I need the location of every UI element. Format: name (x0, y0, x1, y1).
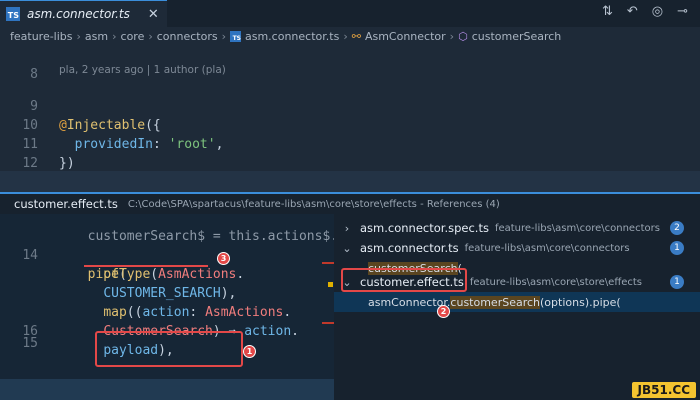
code-line[interactable]: CUSTOMER_SEARCH), (0, 265, 334, 301)
annotation-badge-1: 1 (243, 345, 256, 358)
typescript-file-icon: TS (6, 7, 20, 21)
change-marker (322, 262, 334, 264)
references-peek-header: customer.effect.ts C:\Code\SPA\spartacus… (0, 192, 700, 214)
annotation-badge-3: 3 (217, 252, 230, 265)
code-line[interactable]: 11 }) (0, 116, 700, 171)
close-icon[interactable]: ✕ (148, 7, 159, 22)
reference-file-path: feature-libs\asm\core\store\effects (469, 276, 642, 288)
breadcrumb: feature-libs › asm › core › connectors ›… (0, 27, 700, 46)
code-line[interactable]: 8 (0, 46, 700, 82)
breadcrumb-item-asm[interactable]: asm (85, 30, 108, 43)
references-tree: › asm.connector.spec.ts feature-libs\asm… (334, 214, 700, 400)
reference-count-badge: 2 (670, 221, 684, 235)
class-icon: ⚯ (351, 30, 361, 43)
reference-match-row-selected[interactable]: asmConnector.customerSearch(options).pip… (334, 292, 700, 312)
chevron-right-icon[interactable]: › (334, 222, 360, 235)
warning-marker (328, 282, 333, 287)
breadcrumb-item-method[interactable]: customerSearch (472, 30, 562, 43)
breadcrumb-separator: › (343, 30, 348, 43)
tab-bar: TS asm.connector.ts ✕ ⇅ ↶ ◎ ⊸ (0, 0, 700, 27)
more-actions-icon[interactable]: ⊸ (677, 4, 688, 19)
editor-actions: ⇅ ↶ ◎ ⊸ (602, 4, 688, 19)
breadcrumb-separator: › (112, 30, 117, 43)
annotation-underline (84, 265, 208, 267)
codelens-blame[interactable]: pla, 2 years ago | 1 author (pla) (59, 64, 226, 76)
change-marker (322, 322, 334, 324)
reference-count-badge: 1 (670, 275, 684, 289)
code-line[interactable]: customerSearch$ = this.actions$. (0, 214, 334, 244)
breadcrumb-separator: › (449, 30, 455, 43)
line-number: 16 (22, 324, 38, 339)
peek-code-preview[interactable]: customerSearch$ = this.actions$. 14 pipe… (0, 214, 334, 400)
breadcrumb-item-core[interactable]: core (121, 30, 145, 43)
compare-changes-icon[interactable]: ⇅ (602, 4, 613, 19)
code-line[interactable]: 14 pipe( (0, 227, 334, 282)
breadcrumb-item-file[interactable]: asm.connector.ts (245, 30, 339, 43)
tab-title: asm.connector.ts (27, 7, 130, 21)
breadcrumb-separator: › (221, 30, 226, 43)
code-line[interactable]: 12 export class AsmConnector { (0, 135, 700, 191)
annotation-box (95, 331, 243, 367)
go-back-icon[interactable]: ↶ (627, 4, 638, 19)
peek-file-name[interactable]: customer.effect.ts (14, 197, 118, 211)
tab-asm-connector[interactable]: TS asm.connector.ts ✕ (0, 0, 167, 27)
reference-count-badge: 1 (670, 241, 684, 255)
typescript-file-icon: TS (230, 31, 241, 42)
reference-file-name: asm.connector.ts (360, 241, 459, 255)
reference-file-row[interactable]: ⌄ asm.connector.ts feature-libs\asm\core… (334, 238, 700, 258)
current-code-line[interactable]: 15 customerSearch( (0, 171, 700, 228)
code-line[interactable]: map((action: AsmActions. (0, 284, 334, 320)
breadcrumb-item-feature-libs[interactable]: feature-libs (10, 30, 73, 43)
watermark: JB51.CC (631, 382, 696, 398)
code-line[interactable]: ofType(AsmActions. (0, 246, 334, 282)
reference-match-text: asmConnector.customerSearch(options).pip… (368, 295, 621, 309)
reference-file-name: asm.connector.spec.ts (360, 221, 489, 235)
breadcrumb-item-class[interactable]: AsmConnector (365, 30, 446, 43)
code-line[interactable]: 9 @Injectable({ (0, 78, 700, 133)
chevron-down-icon[interactable]: ⌄ (334, 242, 360, 255)
reference-file-row[interactable]: › asm.connector.spec.ts feature-libs\asm… (334, 218, 700, 238)
code-line[interactable]: CustomerSearch) ⇒ action. (0, 303, 334, 339)
timeline-icon[interactable]: ◎ (652, 4, 663, 19)
breadcrumb-item-connectors[interactable]: connectors (157, 30, 218, 43)
breadcrumb-separator: › (148, 30, 153, 43)
reference-file-path: feature-libs\asm\core\connectors (464, 242, 630, 254)
annotation-badge-2: 2 (437, 305, 450, 318)
breadcrumb-separator: › (76, 30, 81, 43)
method-icon: ⬡ (458, 30, 468, 43)
peek-file-path: C:\Code\SPA\spartacus\feature-libs\asm\c… (127, 198, 500, 210)
annotation-box (341, 268, 467, 292)
highlighted-code-line[interactable]: customerSearch(options).pipe( (0, 379, 334, 400)
reference-file-path: feature-libs\asm\core\connectors (494, 222, 660, 234)
code-line[interactable]: 10 providedIn: 'root', (0, 97, 700, 152)
